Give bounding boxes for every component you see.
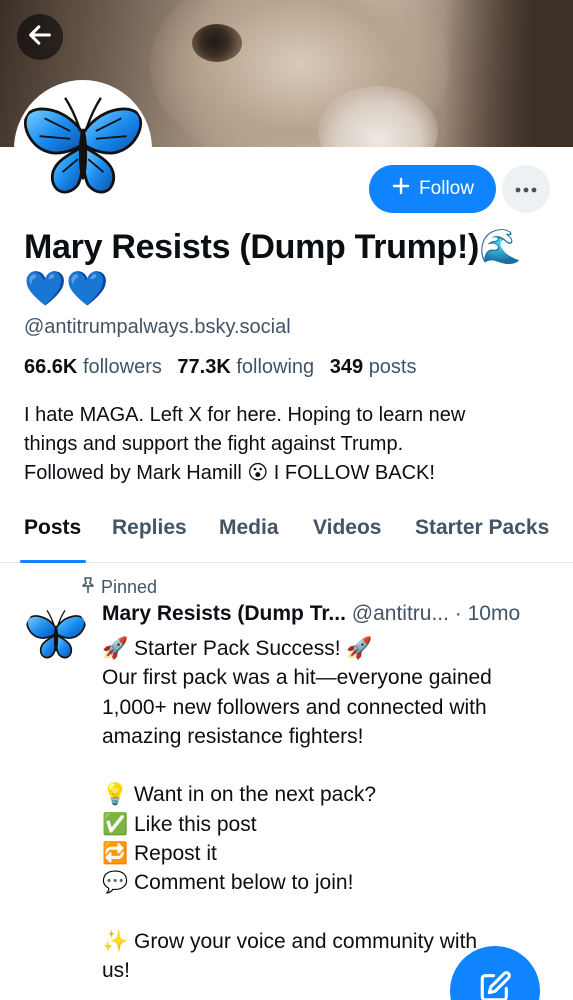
more-options-button[interactable] (502, 165, 550, 213)
butterfly-icon (26, 610, 86, 659)
pinned-label: Pinned (101, 577, 158, 597)
pin-icon (80, 576, 96, 599)
back-button[interactable] (17, 14, 63, 60)
post-author-name[interactable]: Mary Resists (Dump Tr... (102, 602, 346, 625)
followers-link[interactable]: 66.6K followers (24, 356, 162, 378)
post-line: 🔁 Repost it (102, 842, 217, 866)
bio-line: Followed by Mark Hamill 😮 I FOLLOW BACK! (24, 462, 435, 484)
post-line: amazing resistance fighters! (102, 724, 364, 748)
followers-label: followers (82, 356, 162, 378)
post-header: Mary Resists (Dump Tr... @antitru... · 1… (102, 602, 562, 626)
bio-line: things and support the fight against Tru… (24, 433, 404, 455)
post-line: 💬 Comment below to join! (102, 871, 354, 895)
profile-stats: 66.6K followers 77.3K following 349 post… (24, 356, 417, 379)
profile-tabs: Posts Replies Media Videos Starter Packs (0, 505, 573, 563)
post-author-handle[interactable]: @antitru... (352, 602, 449, 625)
post-line: 🚀 Starter Pack Success! 🚀 (102, 637, 373, 660)
tab-media[interactable]: Media (219, 516, 279, 540)
active-tab-indicator (20, 560, 86, 563)
following-count: 77.3K (177, 356, 231, 378)
compose-icon (478, 970, 512, 1000)
profile-handle: @antitrumpalways.bsky.social (24, 316, 291, 338)
profile-bio: I hate MAGA. Left X for here. Hoping to … (24, 401, 554, 488)
post-text: 🚀 Starter Pack Success! 🚀 Our first pack… (102, 634, 547, 986)
post-line: 💡 Want in on the next pack? (102, 783, 377, 807)
posts-count: 349 (329, 356, 364, 378)
profile-display-name: Mary Resists (Dump Trump!)🌊💙💙 (24, 228, 522, 308)
tab-starter-packs[interactable]: Starter Packs (415, 516, 549, 540)
post-line (102, 751, 547, 780)
posts-label: posts (368, 356, 417, 378)
butterfly-icon (24, 97, 142, 194)
ellipsis-icon (515, 180, 537, 198)
plus-icon (391, 176, 411, 202)
post-line: ✅ Like this post (102, 812, 257, 836)
bio-line: I hate MAGA. Left X for here. Hoping to … (24, 404, 466, 426)
posts-stat: 349 posts (330, 356, 417, 378)
arrow-left-icon (26, 21, 54, 54)
pinned-indicator: Pinned (80, 576, 157, 599)
post-line: Our first pack was a hit—everyone gained (102, 666, 492, 690)
tab-replies[interactable]: Replies (112, 516, 187, 540)
tab-videos[interactable]: Videos (313, 516, 381, 540)
followers-count: 66.6K (24, 356, 78, 378)
tab-posts[interactable]: Posts (24, 516, 81, 540)
post-line (102, 898, 547, 927)
post-line: 1,000+ new followers and connected with (102, 695, 487, 719)
banner-goat-eye (192, 24, 242, 62)
pinned-post[interactable]: Pinned Mary Resists (Dump Tr... @antitru… (0, 564, 573, 1000)
profile-avatar[interactable] (14, 80, 152, 218)
banner-shadow (443, 0, 573, 147)
post-author-avatar[interactable] (24, 604, 88, 668)
post-timestamp[interactable]: · 10mo (455, 602, 520, 625)
follow-label: Follow (419, 178, 474, 199)
follow-button[interactable]: Follow (369, 165, 496, 213)
following-label: following (236, 356, 315, 378)
following-link[interactable]: 77.3K following (177, 356, 314, 378)
